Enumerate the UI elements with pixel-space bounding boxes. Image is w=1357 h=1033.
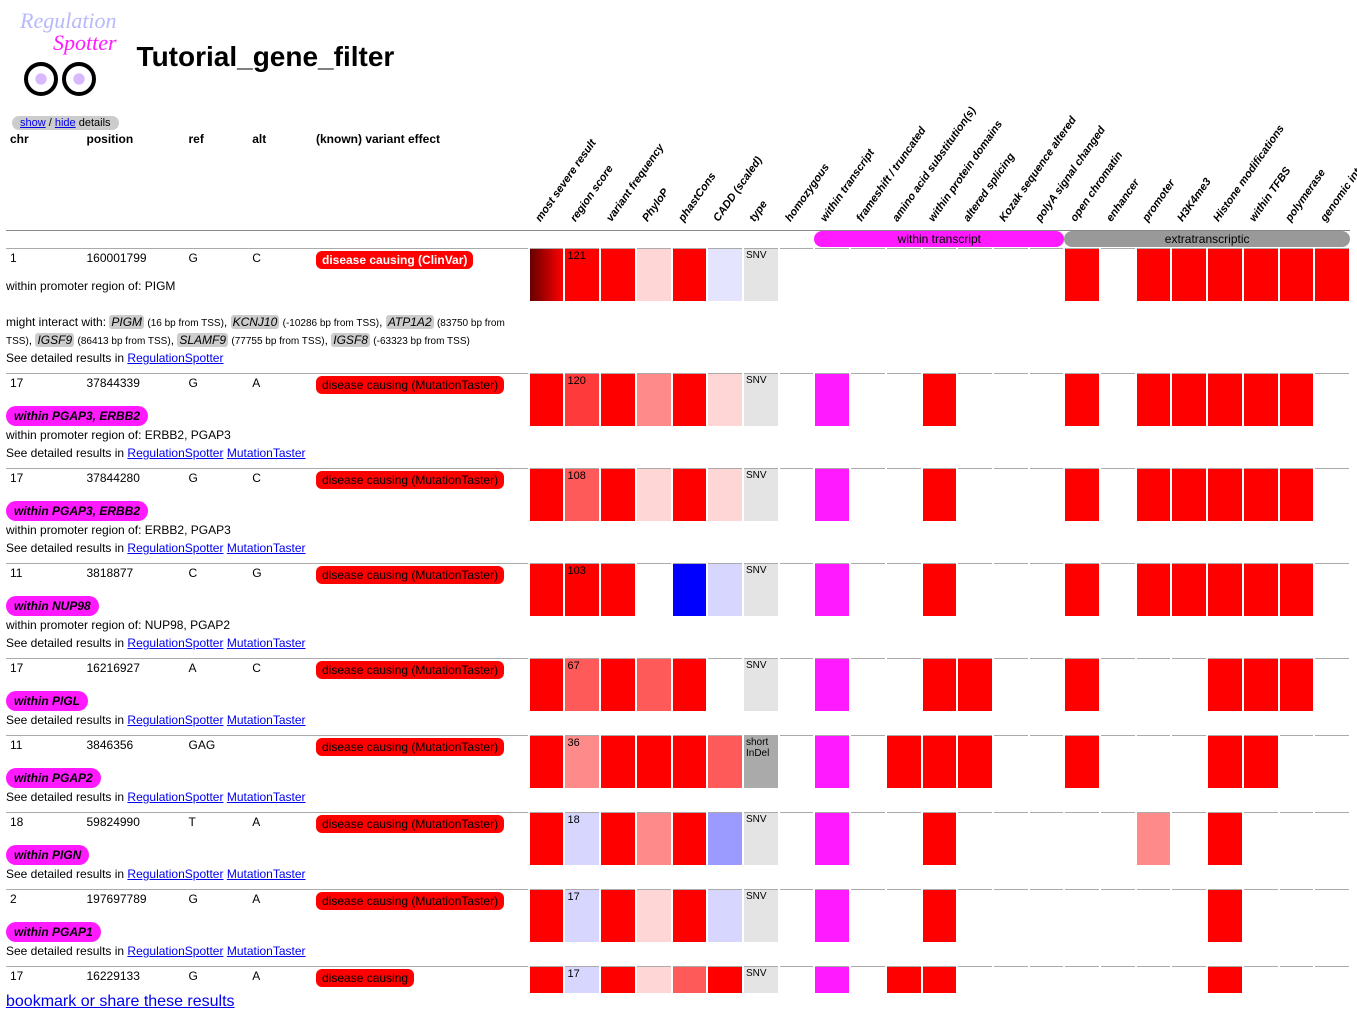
regulationspotter-link[interactable]: RegulationSpotter [127,541,223,555]
col-phastCons: phastCons [672,130,708,230]
detail-row: within PIGLSee detailed results in Regul… [6,685,1350,736]
regulationspotter-link[interactable]: RegulationSpotter [127,790,223,804]
effect-badge: disease causing (MutationTaster) [316,566,504,584]
detail-row: within PIGNSee detailed results in Regul… [6,839,1350,890]
regulationspotter-link[interactable]: RegulationSpotter [127,867,223,881]
col-polyA-signal-changed: polyA signal changed [1029,130,1065,230]
within-badge: within PGAP1 [6,922,101,942]
table-row: 1716216927ACdisease causing (MutationTas… [6,658,1350,685]
detail-row: within PGAP2See detailed results in Regu… [6,762,1350,813]
col-genomic-interaction-s-: genomic interaction(s) [1314,130,1350,230]
hide-link[interactable]: hide [55,117,76,129]
effect-badge: disease causing (MutationTaster) [316,892,504,910]
logo-text-regulation: Regulation [20,10,117,32]
col-chr: chr [6,130,83,230]
col-polymerase: polymerase [1279,130,1315,230]
regulationspotter-link[interactable]: RegulationSpotter [127,944,223,958]
within-badge: within PGAP3, ERBB2 [6,406,148,426]
table-body: 1160001799GCdisease causing (ClinVar)121… [6,248,1350,993]
binoculars-icon [20,54,100,104]
col-within-TFBS: within TFBS [1243,130,1279,230]
within-badge: within PGAP3, ERBB2 [6,501,148,521]
mutationtaster-link[interactable]: MutationTaster [227,446,306,460]
bookmark-link[interactable]: bookmark or share these results [0,987,241,1016]
detail-row: within PGAP1See detailed results in Regu… [6,916,1350,967]
col-type: type [743,130,779,230]
table-row: 1160001799GCdisease causing (ClinVar)121… [6,248,1350,275]
logo: Regulation Spotter [20,10,117,104]
regulationspotter-link[interactable]: RegulationSpotter [127,713,223,727]
col-homozygous: homozygous [779,130,815,230]
col-frameshift-truncated: frameshift / truncated [850,130,886,230]
col-ref: ref [185,130,249,230]
effect-badge: disease causing (MutationTaster) [316,738,504,756]
within-badge: within PIGL [6,691,88,711]
header: Regulation Spotter Tutorial_gene_filter [0,0,1357,114]
col-H3K4me3: H3K4me3 [1171,130,1207,230]
mutationtaster-link[interactable]: MutationTaster [227,790,306,804]
col-within-protein-domains: within protein domains [922,130,958,230]
table-row: 1859824990TAdisease causing (MutationTas… [6,812,1350,839]
effect-badge: disease causing (MutationTaster) [316,815,504,833]
mutationtaster-link[interactable]: MutationTaster [227,867,306,881]
detail-row: within promoter region of: PIGMmight int… [6,275,1350,374]
col-PhyloP: PhyloP [636,130,672,230]
col-region-score: region score [564,130,600,230]
show-link[interactable]: show [20,117,46,129]
mutationtaster-link[interactable]: MutationTaster [227,944,306,958]
detail-row: within PGAP3, ERBB2within promoter regio… [6,400,1350,469]
mutationtaster-link[interactable]: MutationTaster [227,636,306,650]
effect-badge: disease causing (MutationTaster) [316,376,504,394]
group-header-row: within transcriptextratranscriptic [6,230,1350,248]
table-row: 113846356GAGdisease causing (MutationTas… [6,735,1350,762]
within-badge: within NUP98 [6,596,99,616]
col-open-chromatin: open chromatin [1064,130,1100,230]
details-toggle[interactable]: show / hide details [12,116,119,130]
col-enhancer: enhancer [1100,130,1136,230]
effect-badge: disease causing (MutationTaster) [316,661,504,679]
col-within-transcript: within transcript [814,130,850,230]
col-amino-acid-substitution-s-: amino acid substitution(s) [886,130,922,230]
regulationspotter-link[interactable]: RegulationSpotter [127,636,223,650]
col-Kozak-sequence-altered: Kozak sequence altered [993,130,1029,230]
col-CADD-scaled-: CADD (scaled) [707,130,743,230]
col-variant-frequency: variant frequency [600,130,636,230]
mutationtaster-link[interactable]: MutationTaster [227,541,306,555]
page-title: Tutorial_gene_filter [137,41,395,73]
mutationtaster-link[interactable]: MutationTaster [227,713,306,727]
col-promoter: promoter [1136,130,1172,230]
logo-text-spotter: Spotter [53,32,117,54]
table-header-row: chrpositionrefalt(known) variant effectm… [6,130,1350,230]
detail-row: within NUP98within promoter region of: N… [6,590,1350,659]
table-row: 1737844280GCdisease causing (MutationTas… [6,468,1350,495]
results-table: chrpositionrefalt(known) variant effectm… [6,130,1351,993]
table-row: 113818877CGdisease causing (MutationTast… [6,563,1350,590]
col--known-variant-effect: (known) variant effect [312,130,529,230]
table-row: 2197697789GAdisease causing (MutationTas… [6,889,1350,916]
effect-badge: disease causing (ClinVar) [316,251,473,269]
within-badge: within PIGN [6,845,89,865]
effect-badge: disease causing (MutationTaster) [316,471,504,489]
within-badge: within PGAP2 [6,768,101,788]
col-alt: alt [248,130,312,230]
col-most-severe-result: most severe result [529,130,565,230]
regulationspotter-link[interactable]: RegulationSpotter [127,446,223,460]
col-altered-splicing: altered splicing [957,130,993,230]
effect-badge: disease causing [316,969,414,987]
col-Histone-modifications: Histone modifications [1207,130,1243,230]
col-position: position [83,130,185,230]
table-row: 1737844339GAdisease causing (MutationTas… [6,373,1350,400]
regulationspotter-link[interactable]: RegulationSpotter [127,351,223,365]
detail-row: within PGAP3, ERBB2within promoter regio… [6,495,1350,564]
